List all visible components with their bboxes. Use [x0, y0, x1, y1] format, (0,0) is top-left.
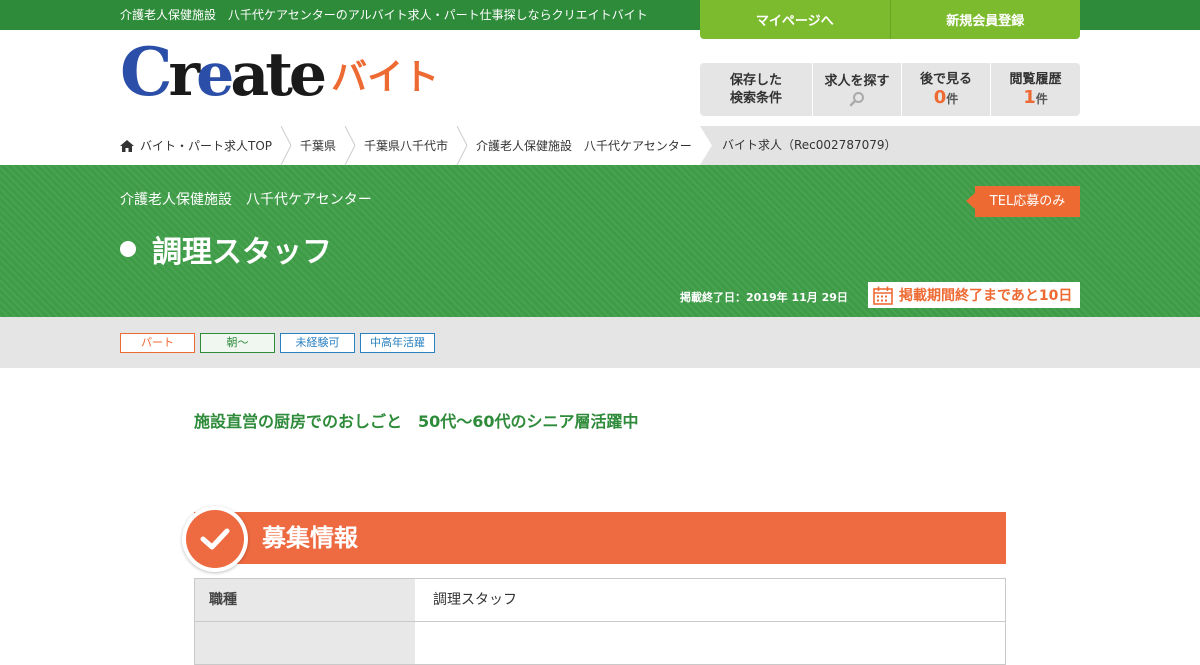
logo-baito-text: バイト	[331, 57, 440, 98]
history-button[interactable]: 閲覧履歴 1件	[990, 63, 1080, 116]
breadcrumb-item-prefecture[interactable]: 千葉県	[300, 126, 344, 165]
home-icon	[120, 139, 134, 152]
job-header: 介護老人保健施設 八千代ケアセンター 調理スタッフ TEL応募のみ 掲載終了日：…	[0, 165, 1200, 317]
table-cell: 調理スタッフ	[433, 592, 517, 608]
tag-middle-aged: 中高年活躍	[360, 333, 435, 353]
logo-create-text: Create	[120, 33, 327, 111]
job-title: 調理スタッフ	[120, 227, 332, 271]
recruitment-info-table: 職種 調理スタッフ	[194, 578, 1006, 665]
register-button[interactable]: 新規会員登録	[889, 0, 1081, 39]
breadcrumb-item-city[interactable]: 千葉県八千代市	[364, 126, 456, 165]
mypage-button[interactable]: マイページへ	[700, 0, 890, 39]
table-cell	[415, 622, 1005, 664]
calendar-icon	[873, 286, 893, 305]
breadcrumb: バイト・パート求人TOP 千葉県 千葉県八千代市 介護老人保健施設 八千代ケアセ…	[0, 126, 1200, 165]
table-header-cell	[195, 622, 415, 664]
facility-name: 介護老人保健施設 八千代ケアセンター	[120, 192, 372, 208]
table-row	[195, 622, 1005, 665]
find-jobs-button[interactable]: 求人を探す	[812, 63, 901, 116]
check-icon	[200, 528, 230, 550]
chevron-right-icon	[344, 126, 356, 165]
watch-later-count: 0	[933, 86, 947, 108]
chevron-right-icon	[280, 126, 292, 165]
breadcrumb-current: バイト求人（Rec002787079）	[722, 138, 897, 152]
member-nav: マイページへ 新規会員登録	[700, 0, 1080, 39]
breadcrumb-item-top[interactable]: バイト・パート求人TOP	[120, 126, 280, 165]
check-badge	[182, 506, 248, 572]
table-row: 職種 調理スタッフ	[195, 579, 1005, 622]
table-header-cell: 職種	[195, 579, 415, 621]
listing-end-date: 掲載終了日：2019年 11月 29日	[680, 291, 848, 304]
site-logo[interactable]: Create バイト	[120, 33, 440, 111]
tags-bar: パート 朝～ 未経験可 中高年活躍	[0, 317, 1200, 368]
tag-morning: 朝～	[200, 333, 275, 353]
search-icon	[849, 91, 864, 106]
watch-later-button[interactable]: 後で見る 0件	[901, 63, 990, 116]
quick-nav: 保存した 検索条件 求人を探す 後で見る 0件 閲覧履歴 1件	[700, 63, 1080, 116]
breadcrumb-item-facility[interactable]: 介護老人保健施設 八千代ケアセンター	[476, 126, 700, 165]
catch-copy: 施設直営の厨房でのおしごと 50代～60代のシニア層活躍中	[194, 412, 639, 431]
tag-part: パート	[120, 333, 195, 353]
chevron-right-icon	[456, 126, 468, 165]
section-title: 募集情報	[262, 524, 358, 552]
tag-no-experience: 未経験可	[280, 333, 355, 353]
chevron-right-icon	[699, 126, 712, 165]
history-count: 1	[1023, 86, 1036, 108]
bullet-icon	[120, 241, 136, 257]
tel-only-badge: TEL応募のみ	[966, 186, 1080, 217]
section-header-recruitment: 募集情報	[194, 512, 1006, 564]
saved-search-button[interactable]: 保存した 検索条件	[700, 63, 812, 116]
page-heading: 介護老人保健施設 八千代ケアセンターのアルバイト求人・パート仕事探しならクリエイ…	[120, 8, 648, 22]
remaining-days-badge: 掲載期間終了まであと10日	[868, 282, 1080, 308]
